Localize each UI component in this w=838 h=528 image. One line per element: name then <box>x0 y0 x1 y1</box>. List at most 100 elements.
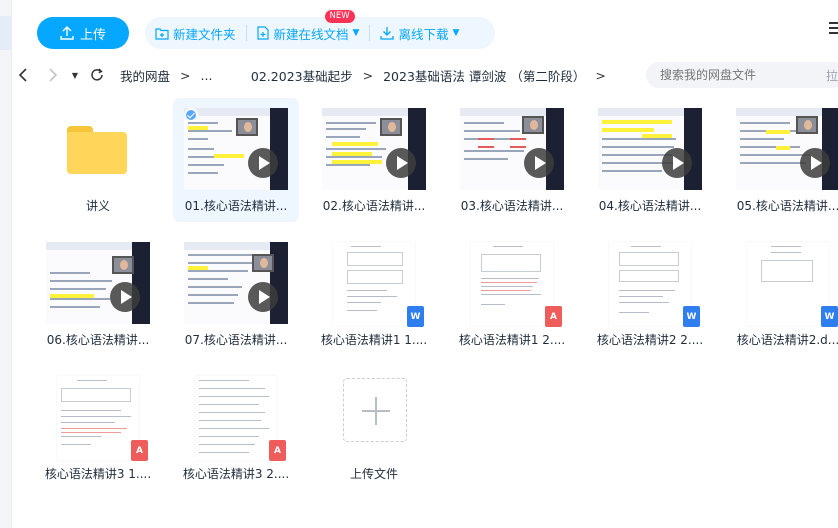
play-icon <box>524 148 554 178</box>
document-thumbnail <box>333 242 415 326</box>
play-icon <box>110 282 140 312</box>
play-icon <box>386 148 416 178</box>
file-tile-word[interactable]: W 核心语法精讲1 1.... <box>311 232 437 356</box>
doc-plus-icon <box>256 26 269 40</box>
play-icon <box>248 148 278 178</box>
thumb-line <box>332 152 372 156</box>
new-folder-button[interactable]: 新建文件夹 <box>145 17 246 49</box>
new-online-doc-label: 新建在线文档 <box>273 26 349 42</box>
thumb-line <box>771 252 801 253</box>
thumb-line <box>602 146 674 148</box>
word-file-icon: W <box>821 306 838 327</box>
file-name: 核心语法精讲2.d... <box>736 333 838 347</box>
sidebar-highlight <box>0 16 12 50</box>
left-sidebar-strip <box>0 0 12 528</box>
thumb-line <box>61 428 127 429</box>
thumb-line <box>326 148 386 150</box>
breadcrumb-item[interactable]: ... <box>201 68 213 83</box>
file-tile-video[interactable]: 03.核心语法精讲... <box>449 98 575 222</box>
history-dropdown-icon[interactable]: ▼ <box>64 64 86 86</box>
thumb-line <box>332 160 382 164</box>
search-input[interactable] <box>646 62 838 88</box>
folder-plus-icon <box>155 27 169 40</box>
file-name: 核心语法精讲1 1.... <box>320 333 428 347</box>
upload-button[interactable]: 上传 <box>37 17 129 49</box>
thumb-box <box>481 254 541 272</box>
file-tile-video[interactable]: 04.核心语法精讲... <box>587 98 713 222</box>
thumb-line <box>188 122 218 124</box>
file-name: 05.核心语法精讲... <box>736 199 838 213</box>
new-folder-label: 新建文件夹 <box>173 26 236 42</box>
thumb-line <box>619 302 669 303</box>
file-tile-pdf[interactable]: A 核心语法精讲3 1.... <box>35 366 161 490</box>
thumb-line <box>199 388 265 389</box>
file-tile-folder[interactable]: 讲义 <box>35 98 161 222</box>
document-thumbnail <box>195 376 277 460</box>
breadcrumb-item[interactable]: 我的网盘 <box>120 66 170 85</box>
file-tile-upload[interactable]: 上传文件 <box>311 366 437 490</box>
video-thumbnail <box>46 242 150 324</box>
file-name: 核心语法精讲3 1.... <box>44 467 152 481</box>
teacher-camera <box>236 118 258 136</box>
thumb-line <box>199 444 255 445</box>
word-file-icon: W <box>407 306 424 327</box>
thumb-line <box>199 420 261 421</box>
file-tile-video[interactable]: 02.核心语法精讲... <box>311 98 437 222</box>
thumb-line <box>478 138 494 140</box>
thumb-line <box>199 428 269 429</box>
file-tile-word[interactable]: W 核心语法精讲2 2.... <box>587 232 713 356</box>
thumb-line <box>214 154 244 158</box>
offline-download-button[interactable]: 离线下载 ▼ <box>370 17 469 49</box>
screen-bar <box>598 108 684 116</box>
thumb-line <box>481 286 533 287</box>
thumb-line <box>481 290 531 291</box>
file-tile-pdf[interactable]: A 核心语法精讲3 2.... <box>173 366 299 490</box>
thumb-line <box>766 130 790 134</box>
thumb-line <box>188 270 248 272</box>
new-online-doc-button[interactable]: 新建在线文档 ▼ NEW <box>247 10 370 49</box>
thumb-line <box>347 310 377 311</box>
breadcrumb-separator: > <box>180 67 191 83</box>
file-tile-video[interactable]: 07.核心语法精讲... <box>173 232 299 356</box>
thumb-line <box>602 128 654 132</box>
refresh-icon[interactable] <box>86 64 108 86</box>
thumb-line <box>199 396 269 397</box>
breadcrumb-item[interactable]: 2023基础语法 谭剑波 （第二阶段） <box>383 66 585 85</box>
thumb-line <box>188 164 224 166</box>
thumb-line <box>740 154 810 156</box>
thumb-line <box>188 126 208 130</box>
teacher-camera <box>112 256 134 274</box>
thumb-line <box>61 410 121 411</box>
thumb-line <box>642 134 672 138</box>
thumb-line <box>347 290 387 291</box>
thumb-line <box>50 306 100 308</box>
folder-body <box>67 132 127 174</box>
file-tile-video[interactable]: 05.核心语法精讲... <box>725 98 838 222</box>
file-tile-word[interactable]: W 核心语法精讲2.d... <box>725 232 838 356</box>
play-icon <box>662 148 692 178</box>
play-icon <box>800 148 830 178</box>
navigation-bar: ▼ 我的网盘 > ... > 02.2023基础起步 > 2023基础语法 谭剑… <box>12 62 838 88</box>
pdf-file-icon: A <box>545 306 562 327</box>
thumb-line <box>481 294 541 295</box>
file-tile-video[interactable]: 06.核心语法精讲... <box>35 232 161 356</box>
file-tile-pdf[interactable]: A 核心语法精讲1 2.... <box>449 232 575 356</box>
thumb-line <box>740 122 790 124</box>
breadcrumb-separator: > <box>362 67 374 83</box>
breadcrumb-item[interactable]: 02.2023基础起步 <box>251 66 353 85</box>
file-tile-video[interactable]: 01.核心语法精讲... <box>173 98 299 222</box>
word-file-icon: W <box>683 306 700 327</box>
teacher-camera <box>796 116 818 134</box>
plus-icon[interactable] <box>343 378 407 442</box>
thumb-line <box>351 246 381 247</box>
file-name: 核心语法精讲3 2.... <box>182 467 290 481</box>
thumb-line <box>61 416 131 417</box>
document-thumbnail <box>471 242 553 326</box>
forward-icon[interactable] <box>42 64 64 86</box>
menu-icon[interactable] <box>829 22 838 36</box>
file-name: 讲义 <box>85 199 110 213</box>
checkbox-icon[interactable] <box>184 108 198 122</box>
thumb-line <box>478 146 494 148</box>
document-thumbnail <box>609 242 691 326</box>
back-icon[interactable] <box>12 64 34 86</box>
